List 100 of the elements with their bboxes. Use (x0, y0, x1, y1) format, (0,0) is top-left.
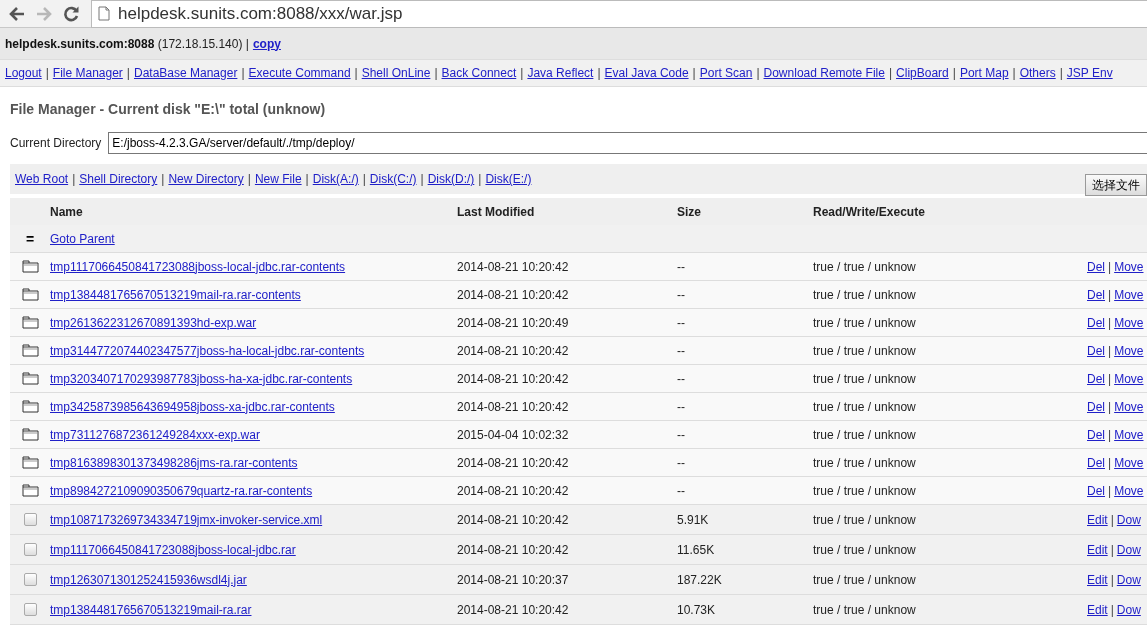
row-action-link[interactable]: Del (1087, 455, 1105, 470)
nav-link[interactable]: ClipBoard (896, 66, 949, 80)
folder-icon (21, 260, 39, 273)
action-link[interactable]: New Directory (168, 172, 244, 186)
row-action-link[interactable]: Move (1114, 315, 1144, 330)
address-bar[interactable]: helpdesk.sunits.com:8088/xxx/war.jsp (91, 0, 1147, 28)
separator: | (1108, 287, 1112, 302)
table-cell-text: 2014-08-21 10:20:42 (457, 483, 570, 498)
separator: | (692, 66, 696, 80)
separator: | (420, 172, 424, 186)
row-action-link[interactable]: Move (1114, 455, 1144, 470)
row-action-link[interactable]: Edit (1087, 572, 1108, 587)
file-link[interactable]: tmp1117066450841723088jboss-local-jdbc.rar (50, 542, 296, 557)
row-action-link[interactable]: Edit (1087, 512, 1108, 527)
table-cell-text: 5.91K (677, 512, 710, 527)
nav-link[interactable]: Port Scan (699, 66, 753, 80)
choose-file-button[interactable]: 选择文件 (1085, 174, 1147, 196)
file-link[interactable]: tmp3425873985643694958jboss-xa-jdbc.rar-contents (50, 399, 335, 414)
separator: | (1108, 315, 1112, 330)
nav-link[interactable]: Others (1019, 66, 1056, 80)
nav-link[interactable]: File Manager (52, 66, 123, 80)
separator: | (45, 66, 49, 80)
file-link[interactable]: tmp1087173269734334719jmx-invoker-service.xml (50, 512, 323, 527)
row-action-link[interactable]: Move (1114, 427, 1144, 442)
table-cell-text: 10.73K (677, 602, 717, 617)
page-icon (98, 6, 110, 21)
server-info: helpdesk.sunits.com:8088 (172.18.15.140) | (5, 36, 249, 51)
table-cell-text: 2014-08-21 10:20:42 (457, 343, 570, 358)
directory-field[interactable]: E:/jboss-4.2.3.GA/server/default/./tmp/deploy/ (108, 132, 1147, 154)
nav-link[interactable]: JSP Env (1066, 66, 1113, 80)
action-link[interactable]: Web Root (15, 172, 69, 186)
file-link[interactable]: tmp3203407170293987783jboss-ha-xa-jdbc.rar-contents (50, 371, 353, 386)
folder-icon (21, 288, 39, 301)
row-action-link[interactable]: Del (1087, 427, 1105, 442)
nav-link[interactable]: Eval Java Code (604, 66, 689, 80)
nav-link[interactable]: Java Reflect (527, 66, 594, 80)
folder-icon (21, 428, 39, 441)
row-action-link[interactable]: Del (1087, 483, 1105, 498)
separator: | (241, 66, 245, 80)
table-cell-text: true / true / unknow (813, 343, 917, 358)
file-link[interactable]: tmp1263071301252415936wsdl4j.jar (50, 572, 247, 587)
row-action-link[interactable]: Dow (1116, 512, 1141, 527)
row-action-link[interactable]: Move (1114, 343, 1144, 358)
checkbox[interactable] (23, 573, 37, 586)
row-action-link[interactable]: Dow (1116, 572, 1141, 587)
table-cell-text: true / true / unknow (813, 455, 917, 470)
checkbox[interactable] (23, 603, 37, 616)
checkbox[interactable] (23, 543, 37, 556)
row-action-link[interactable]: Move (1114, 371, 1144, 386)
reload-icon[interactable] (62, 4, 80, 23)
nav-link[interactable]: Port Map (959, 66, 1009, 80)
table-cell-text: 11.65K (677, 542, 716, 557)
separator: | (1110, 512, 1114, 527)
row-action-link[interactable]: Dow (1116, 542, 1141, 557)
checkbox[interactable] (23, 513, 37, 526)
table-cell-text: 2014-08-21 10:20:42 (457, 399, 570, 414)
separator: | (1108, 427, 1112, 442)
action-link[interactable]: Disk(D:/) (427, 172, 475, 186)
action-link[interactable]: New File (254, 172, 302, 186)
nav-link[interactable]: Execute Command (248, 66, 351, 80)
file-link[interactable]: tmp1384481765670513219mail-ra.rar (50, 602, 252, 617)
separator: | (1108, 399, 1112, 414)
row-action-link[interactable]: Del (1087, 399, 1105, 414)
copy-link[interactable]: copy (252, 36, 281, 51)
row-action-link[interactable]: Del (1087, 371, 1105, 386)
file-link[interactable]: tmp8984272109090350679quartz-ra.rar-contents (50, 483, 313, 498)
row-action-link[interactable]: Dow (1116, 602, 1141, 617)
file-link[interactable]: tmp7311276872361249284xxx-exp.war (50, 427, 260, 442)
parent-link[interactable]: Goto Parent (50, 231, 115, 246)
row-action-link[interactable]: Move (1114, 399, 1144, 414)
table-cell-text: -- (677, 315, 686, 330)
nav-link[interactable]: Download Remote File (763, 66, 885, 80)
row-action-link[interactable]: Del (1087, 343, 1105, 358)
action-link[interactable]: Disk(E:/) (485, 172, 532, 186)
table-cell-text: -- (677, 399, 686, 414)
table-cell-text: -- (677, 287, 686, 302)
row-action-link[interactable]: Del (1087, 259, 1105, 274)
nav-link[interactable]: DataBase Manager (134, 66, 238, 80)
file-link[interactable]: tmp3144772074402347577jboss-ha-local-jdbc.rar-contents (50, 343, 365, 358)
file-link[interactable]: tmp2613622312670891393hd-exp.war (50, 315, 257, 330)
separator: | (597, 66, 601, 80)
row-action-link[interactable]: Move (1114, 483, 1144, 498)
action-link[interactable]: Disk(A:/) (312, 172, 359, 186)
row-action-link[interactable]: Move (1114, 259, 1144, 274)
nav-link[interactable]: Shell OnLine (361, 66, 431, 80)
nav-link[interactable]: Back Connect (441, 66, 517, 80)
row-action-link[interactable]: Move (1114, 287, 1144, 302)
back-icon[interactable] (8, 4, 26, 23)
file-link[interactable]: tmp1117066450841723088jboss-local-jdbc.rar-contents (50, 259, 346, 274)
file-link[interactable]: tmp8163898301373498286jms-ra.rar-contents (50, 455, 298, 470)
row-action-link[interactable]: Del (1087, 287, 1105, 302)
row-action-link[interactable]: Del (1087, 315, 1105, 330)
action-link[interactable]: Disk(C:/) (369, 172, 417, 186)
table-cell-text: 2014-08-21 10:20:37 (457, 572, 570, 587)
row-action-link[interactable]: Edit (1087, 542, 1108, 557)
nav-link[interactable]: Logout (5, 66, 42, 80)
row-action-link[interactable]: Edit (1087, 602, 1108, 617)
action-link[interactable]: Shell Directory (79, 172, 158, 186)
file-link[interactable]: tmp1384481765670513219mail-ra.rar-contents (50, 287, 301, 302)
separator: | (952, 66, 956, 80)
